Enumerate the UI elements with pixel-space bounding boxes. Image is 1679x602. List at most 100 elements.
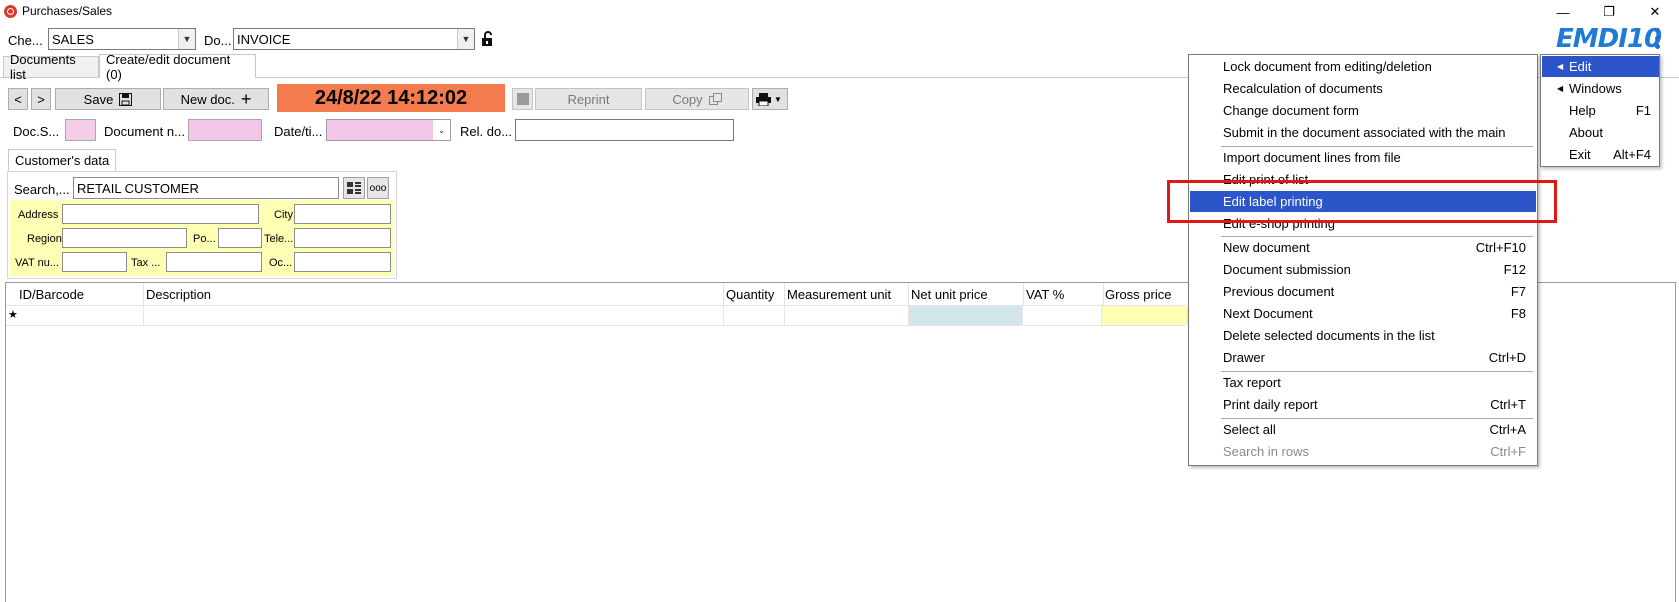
menu-item-about[interactable]: About bbox=[1542, 122, 1659, 143]
save-button[interactable]: Save bbox=[55, 88, 161, 110]
occupation-field[interactable] bbox=[294, 252, 391, 272]
reprint-button[interactable]: Reprint bbox=[535, 88, 642, 110]
menu-item-change-form[interactable]: Change document form bbox=[1190, 100, 1536, 121]
column-header-id-barcode[interactable]: ID/Barcode bbox=[15, 283, 144, 305]
doc-type-select-value: INVOICE bbox=[237, 31, 291, 47]
menu-item-shortcut: Ctrl+F10 bbox=[1475, 240, 1526, 255]
chevron-down-icon[interactable]: ▼ bbox=[457, 29, 474, 49]
menu-item-label: Previous document bbox=[1223, 284, 1335, 299]
copy-button[interactable]: Copy bbox=[645, 88, 749, 110]
menu-item-label: Recalculation of documents bbox=[1223, 81, 1383, 96]
print-button[interactable]: ▼ bbox=[752, 88, 788, 110]
grid-view-icon[interactable] bbox=[343, 177, 365, 199]
emdi-logo: EMDI10 bbox=[1556, 24, 1662, 54]
more-options-icon[interactable]: ooo bbox=[367, 177, 389, 199]
menu-item-recalculation[interactable]: Recalculation of documents bbox=[1190, 78, 1536, 99]
doc-type-select[interactable]: INVOICE ▼ bbox=[233, 28, 475, 50]
window-title: Purchases/Sales bbox=[22, 4, 113, 18]
column-header-vat-percent[interactable]: VAT % bbox=[1022, 283, 1104, 305]
menu-item-label: Help bbox=[1569, 103, 1596, 118]
prev-button[interactable]: < bbox=[8, 88, 28, 110]
tax-office-field[interactable] bbox=[166, 252, 262, 272]
check-select[interactable]: SALES ▼ bbox=[48, 28, 196, 50]
postal-code-field[interactable] bbox=[218, 228, 262, 248]
menu-item-delete-selected[interactable]: Delete selected documents in the list bbox=[1190, 325, 1536, 346]
menu-item-shortcut: F1 bbox=[1635, 103, 1651, 118]
column-header-gross-price[interactable]: Gross price bbox=[1101, 283, 1186, 305]
city-field[interactable] bbox=[294, 204, 391, 224]
stop-icon bbox=[516, 93, 529, 105]
menu-item-label: Import document lines from file bbox=[1223, 150, 1401, 165]
region-field[interactable] bbox=[62, 228, 187, 248]
menu-item-label: Edit bbox=[1569, 59, 1592, 74]
menu-item-shortcut: F12 bbox=[1503, 262, 1526, 277]
cell-net-unit-price[interactable] bbox=[909, 306, 1023, 325]
unlock-icon[interactable] bbox=[481, 31, 495, 50]
menu-item-select-all[interactable]: Select all Ctrl+A bbox=[1190, 419, 1536, 440]
menu-item-search-in-rows: Search in rows Ctrl+F bbox=[1190, 441, 1536, 462]
cell-vat-percent[interactable] bbox=[1022, 306, 1102, 325]
menu-item-import-lines[interactable]: Import document lines from file bbox=[1190, 147, 1536, 168]
menu-item-lock-document[interactable]: Lock document from editing/deletion bbox=[1190, 56, 1536, 77]
restore-button[interactable]: ❐ bbox=[1586, 0, 1632, 24]
menu-item-print-daily-report[interactable]: Print daily report Ctrl+T bbox=[1190, 394, 1536, 415]
column-header-quantity[interactable]: Quantity bbox=[722, 283, 785, 305]
chevron-down-icon[interactable]: ▼ bbox=[178, 29, 195, 49]
highlight-annotation-box bbox=[1167, 180, 1557, 223]
occupation-label: Oc... bbox=[269, 257, 293, 269]
date-time-picker[interactable]: ⌄ bbox=[326, 119, 451, 141]
more-vert-icon[interactable] bbox=[1655, 28, 1661, 52]
next-button[interactable]: > bbox=[31, 88, 51, 110]
menu-item-submit-associated[interactable]: Submit in the document associated with t… bbox=[1190, 122, 1536, 143]
related-doc-field[interactable] bbox=[515, 119, 734, 141]
menu-item-document-submission[interactable]: Document submission F12 bbox=[1190, 259, 1536, 280]
new-doc-label: New doc. bbox=[180, 91, 235, 107]
caret-down-icon[interactable]: ▼ bbox=[774, 95, 782, 104]
caret-left-icon: ◀ bbox=[1557, 62, 1564, 71]
cell-id-barcode[interactable] bbox=[15, 306, 144, 325]
cell-measurement-unit[interactable] bbox=[783, 306, 909, 325]
column-header-net-unit-price[interactable]: Net unit price bbox=[907, 283, 1024, 305]
related-doc-label: Rel. do... bbox=[460, 124, 513, 139]
column-header-description[interactable]: Description bbox=[142, 283, 724, 305]
vat-number-field[interactable] bbox=[62, 252, 127, 272]
menu-item-help[interactable]: Help F1 bbox=[1542, 100, 1659, 121]
menu-item-label: Document submission bbox=[1223, 262, 1351, 277]
menu-item-label: Exit bbox=[1569, 147, 1591, 162]
doc-number-field[interactable] bbox=[188, 119, 262, 141]
menu-item-label: Change document form bbox=[1223, 103, 1359, 118]
customer-search-input[interactable]: RETAIL CUSTOMER bbox=[73, 177, 339, 199]
menu-item-drawer[interactable]: Drawer Ctrl+D bbox=[1190, 347, 1536, 368]
vat-number-label: VAT nu... bbox=[15, 257, 60, 269]
telephone-field[interactable] bbox=[294, 228, 391, 248]
save-label: Save bbox=[83, 91, 114, 107]
customer-data-tab[interactable]: Customer's data bbox=[8, 149, 117, 171]
copy-icon bbox=[708, 92, 722, 105]
cell-description[interactable] bbox=[142, 306, 724, 325]
address-field[interactable] bbox=[62, 204, 259, 224]
minimize-button[interactable]: — bbox=[1540, 0, 1586, 24]
stop-button[interactable] bbox=[512, 88, 533, 110]
new-document-button[interactable]: New doc. + bbox=[163, 88, 269, 110]
chevron-down-icon[interactable]: ⌄ bbox=[433, 120, 450, 140]
telephone-label: Tele... bbox=[264, 233, 294, 245]
close-button[interactable]: ✕ bbox=[1632, 0, 1678, 24]
column-header-measurement-unit[interactable]: Measurement unit bbox=[783, 283, 909, 305]
menu-item-new-document[interactable]: New document Ctrl+F10 bbox=[1190, 237, 1536, 258]
menu-item-next-document[interactable]: Next Document F8 bbox=[1190, 303, 1536, 324]
menu-item-tax-report[interactable]: Tax report bbox=[1190, 372, 1536, 393]
cell-gross-price[interactable] bbox=[1102, 306, 1188, 325]
menu-item-label: Next Document bbox=[1223, 306, 1313, 321]
menu-item-exit[interactable]: Exit Alt+F4 bbox=[1542, 144, 1659, 165]
doc-series-field[interactable] bbox=[65, 119, 96, 141]
menu-item-label: New document bbox=[1223, 240, 1310, 255]
tab-documents-list[interactable]: Documents list bbox=[3, 52, 99, 82]
check-label: Che... bbox=[8, 33, 43, 48]
menu-item-edit[interactable]: ◀ Edit bbox=[1542, 56, 1659, 77]
cell-quantity[interactable] bbox=[722, 306, 785, 325]
tab-create-edit-document[interactable]: Create/edit document (0) bbox=[99, 52, 256, 82]
menu-item-label: Lock document from editing/deletion bbox=[1223, 59, 1432, 74]
menu-item-label: Print daily report bbox=[1223, 397, 1318, 412]
menu-item-previous-document[interactable]: Previous document F7 bbox=[1190, 281, 1536, 302]
menu-item-windows[interactable]: ◀ Windows bbox=[1542, 78, 1659, 99]
